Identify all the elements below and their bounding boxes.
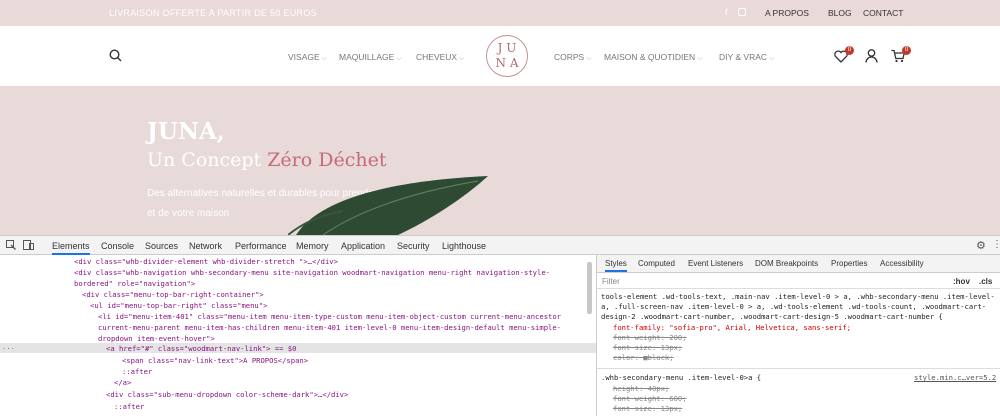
css-selector: tools-element .wd-tools-text, .main-nav … <box>601 292 995 301</box>
css-declaration-overridden[interactable]: font-weight: 200; <box>613 333 687 342</box>
dom-node[interactable]: <div class="sub-menu-dropdown color-sche… <box>106 390 348 399</box>
dom-node[interactable]: </a> <box>114 378 131 387</box>
nav-item-maison-quotidien[interactable]: MAISON & QUOTIDIEN ⌵ <box>604 52 702 63</box>
dom-node[interactable]: <span class="nav-link-text">A PROPOS</sp… <box>122 356 308 365</box>
styles-panel: Styles Computed Event Listeners DOM Brea… <box>596 255 1000 416</box>
leaf-illustration <box>288 176 488 235</box>
device-toolbar-icon[interactable] <box>23 240 34 250</box>
tab-lighthouse[interactable]: Lighthouse <box>442 241 486 251</box>
rule-divider <box>597 368 1000 369</box>
dom-node[interactable]: <ul id="menu-top-bar-right" class="menu"… <box>90 301 267 310</box>
inspect-icon[interactable] <box>6 240 16 250</box>
cart-count-badge: 0 <box>902 46 911 55</box>
chevron-down-icon: ⌵ <box>396 55 402 62</box>
facebook-icon[interactable]: f <box>725 7 728 17</box>
nav-label: DIY & VRAC <box>719 52 768 62</box>
nav-item-corps[interactable]: CORPS ⌵ <box>554 52 592 63</box>
tab-memory[interactable]: Memory <box>296 241 329 251</box>
chevron-down-icon: ⌵ <box>697 55 703 62</box>
top-link-contact[interactable]: CONTACT <box>863 8 903 18</box>
nav-item-cheveux[interactable]: CHEVEUX ⌵ <box>416 52 464 63</box>
css-selector: design-2 .woodmart-cart-number, .woodmar… <box>601 312 943 321</box>
tab-network[interactable]: Network <box>189 241 222 251</box>
pseudo-element[interactable]: ::after <box>122 367 152 376</box>
tab-application[interactable]: Application <box>341 241 385 251</box>
logo-line-2: N A <box>495 56 519 70</box>
styles-filter-bar: Filter :hov .cls <box>597 273 1000 289</box>
dom-node[interactable]: current-menu-parent menu-item-has-childr… <box>98 323 561 332</box>
wishlist-count-badge: 0 <box>845 46 854 55</box>
devtools-tab-bar: Elements Console Sources Network Perform… <box>0 235 1000 255</box>
chevron-down-icon: ⌵ <box>769 55 775 62</box>
nav-item-maquillage[interactable]: MAQUILLAGE ⌵ <box>339 52 402 63</box>
dom-node[interactable]: <li id="menu-item-401" class="menu-item … <box>98 312 561 321</box>
dom-tree-panel: <div class="whb-divider-element whb-divi… <box>0 255 596 416</box>
selected-node-highlight <box>0 343 596 353</box>
more-icon[interactable]: ⋮ <box>992 239 1000 250</box>
css-declaration[interactable]: font-family: "sofia-pro", Arial, Helveti… <box>613 323 851 332</box>
css-selector: .whb-secondary-menu .item-level-0>a { <box>601 373 762 382</box>
pseudo-element[interactable]: ::after <box>114 402 144 411</box>
hero-subtitle-accent: Zéro Déchet <box>267 149 387 171</box>
tab-elements[interactable]: Elements <box>52 241 90 255</box>
tab-event-listeners[interactable]: Event Listeners <box>688 259 743 268</box>
top-link-a-propos[interactable]: A PROPOS <box>765 8 809 18</box>
hero-subtitle: Un Concept Zéro Déchet <box>147 149 386 171</box>
nav-label: VISAGE <box>288 52 320 62</box>
tab-computed[interactable]: Computed <box>638 259 675 268</box>
top-bar: LIVRAISON OFFERTE A PARTIR DE 50 EUROS f… <box>0 0 1000 26</box>
dom-node[interactable]: <div class="whb-divider-element whb-divi… <box>74 257 338 266</box>
nav-label: CORPS <box>554 52 585 62</box>
instagram-icon[interactable] <box>738 8 746 16</box>
stylesheet-link[interactable]: style.min.c…ver=5.2 <box>914 373 996 382</box>
nav-label: CHEVEUX <box>416 52 458 62</box>
hero-title: JUNA, <box>147 118 225 145</box>
tab-accessibility[interactable]: Accessibility <box>880 259 924 268</box>
dom-node[interactable]: <div class="menu-top-bar-right-container… <box>82 290 264 299</box>
ellipsis-indicator: ··· <box>2 344 15 353</box>
main-header: VISAGE ⌵ MAQUILLAGE ⌵ CHEVEUX ⌵ J U N A COR… <box>0 26 1000 86</box>
gear-icon[interactable]: ⚙ <box>976 239 986 252</box>
nav-label: MAQUILLAGE <box>339 52 395 62</box>
hero-subtitle-part: Un Concept <box>147 149 268 171</box>
chevron-down-icon: ⌵ <box>586 55 592 62</box>
css-declaration-overridden[interactable]: color: ■black; <box>613 353 674 362</box>
tab-security[interactable]: Security <box>397 241 430 251</box>
hero-banner: JUNA, Un Concept Zéro Déchet Des alterna… <box>0 86 1000 235</box>
css-declaration-overridden[interactable]: height: 40px; <box>613 384 669 393</box>
tab-sources[interactable]: Sources <box>145 241 178 251</box>
user-icon[interactable] <box>865 49 878 63</box>
dom-tree-scrollbar[interactable] <box>587 262 592 314</box>
filter-input[interactable]: Filter <box>602 277 620 286</box>
dom-node-selected[interactable]: <a href="#" class="woodmart-nav-link"> =… <box>106 344 296 353</box>
logo-line-1: J U <box>497 41 517 55</box>
nav-label: MAISON & QUOTIDIEN <box>604 52 696 62</box>
chevron-down-icon: ⌵ <box>459 55 465 62</box>
nav-item-diy-vrac[interactable]: DIY & VRAC ⌵ <box>719 52 774 63</box>
tab-dom-breakpoints[interactable]: DOM Breakpoints <box>755 259 818 268</box>
chevron-down-icon: ⌵ <box>321 55 327 62</box>
css-selector: a, .full-screen-nav .item-level-0 > a, .… <box>601 302 987 311</box>
top-link-blog[interactable]: BLOG <box>828 8 852 18</box>
search-icon[interactable] <box>109 49 122 62</box>
cls-toggle[interactable]: .cls <box>979 277 992 286</box>
dom-node[interactable]: <div class="whb-navigation whb-secondary… <box>74 268 550 277</box>
tab-console[interactable]: Console <box>101 241 134 251</box>
css-declaration-overridden[interactable]: font-size: 13px; <box>613 343 682 352</box>
hov-toggle[interactable]: :hov <box>953 277 970 286</box>
css-declaration-overridden[interactable]: font-size: 13px; <box>613 404 682 413</box>
nav-item-visage[interactable]: VISAGE ⌵ <box>288 52 327 63</box>
styles-tabs: Styles Computed Event Listeners DOM Brea… <box>597 255 1000 273</box>
tab-performance[interactable]: Performance <box>235 241 287 251</box>
promo-text: LIVRAISON OFFERTE A PARTIR DE 50 EUROS <box>109 8 317 18</box>
css-declaration-overridden[interactable]: font-weight: 600; <box>613 394 687 403</box>
juna-logo[interactable]: J U N A <box>486 35 528 77</box>
dom-node[interactable]: dropdown item-event-hover"> <box>98 334 215 343</box>
dom-node[interactable]: bordered" role="navigation"> <box>74 279 195 288</box>
tab-styles[interactable]: Styles <box>605 259 627 272</box>
tab-properties[interactable]: Properties <box>831 259 867 268</box>
